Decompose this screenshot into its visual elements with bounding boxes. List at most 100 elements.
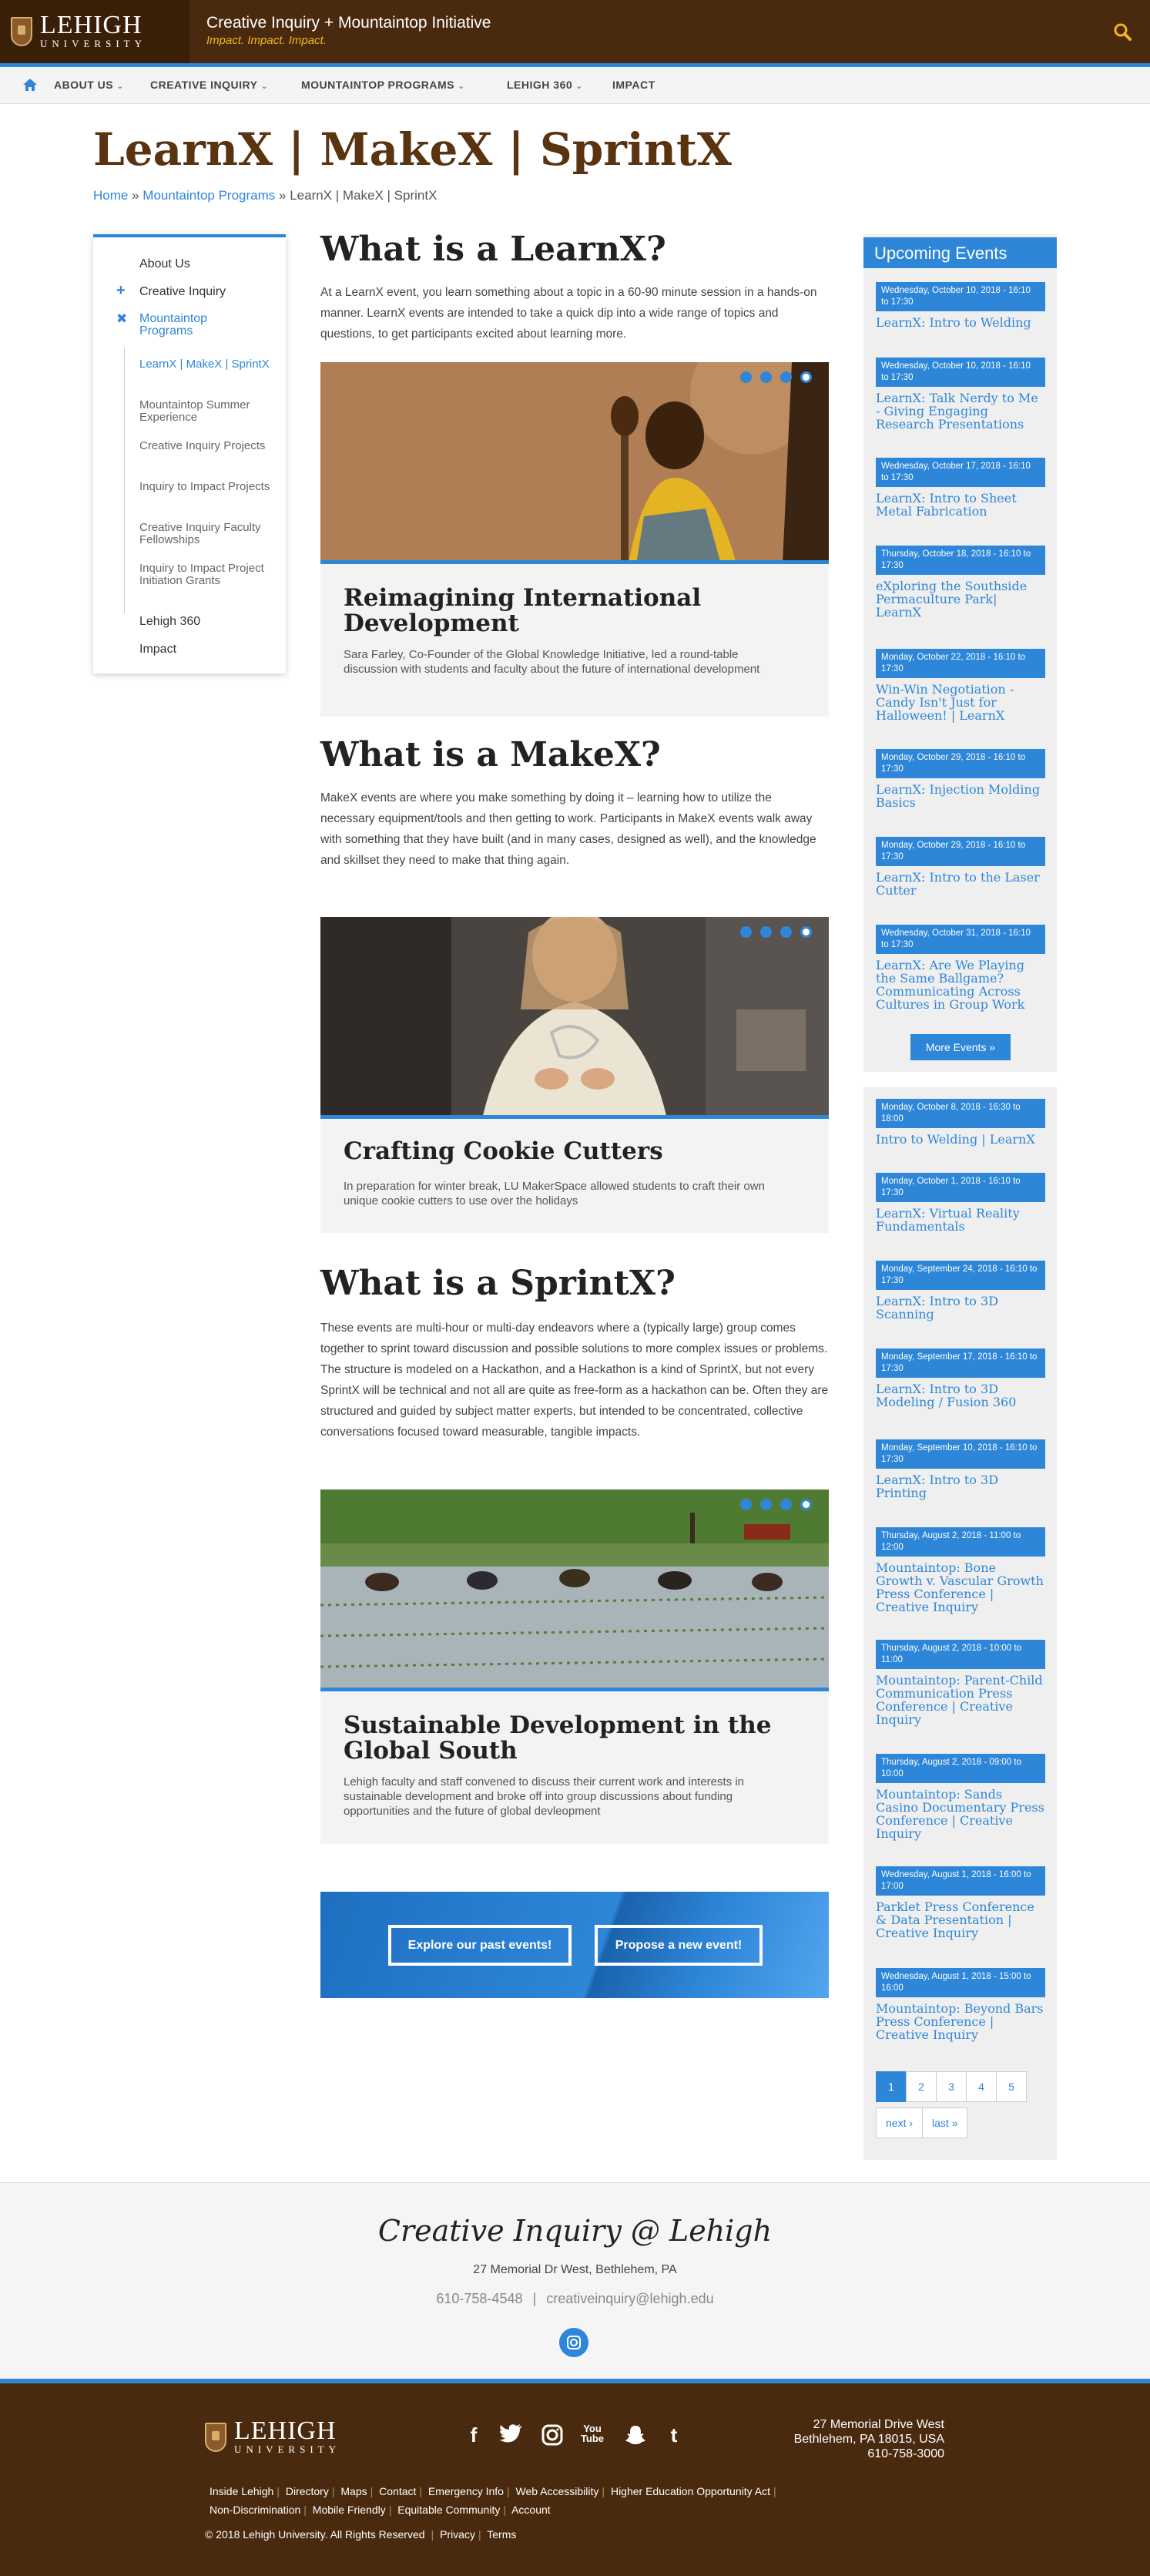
makex-card[interactable]: Crafting Cookie Cutters In preparation f…	[320, 917, 829, 1233]
footer-link[interactable]: Maps	[340, 2485, 367, 2497]
instagram-icon[interactable]	[559, 2328, 588, 2357]
event-item[interactable]: Wednesday, August 1, 2018 - 15:00 to 16:…	[876, 1968, 1045, 2041]
event-item[interactable]: Wednesday, August 1, 2018 - 16:00 to 17:…	[876, 1866, 1045, 1940]
chevron-down-icon: ⌄	[116, 82, 124, 91]
search-icon[interactable]	[1112, 22, 1132, 42]
footer-phone[interactable]: 610-758-4548	[436, 2291, 522, 2306]
footer-link[interactable]: Mobile Friendly	[313, 2504, 386, 2516]
last-page-link[interactable]: last »	[922, 2107, 968, 2138]
event-item[interactable]: Monday, October 1, 2018 - 16:10 to 17:30…	[876, 1173, 1045, 1233]
nav-about-us[interactable]: ABOUT US ⌄	[54, 79, 124, 91]
event-item[interactable]: Monday, October 22, 2018 - 16:10 to 17:3…	[876, 649, 1045, 722]
page-link[interactable]: 3	[936, 2071, 967, 2102]
page-link[interactable]: 1	[876, 2071, 907, 2102]
page-link[interactable]: 2	[906, 2071, 937, 2102]
event-item[interactable]: Monday, September 10, 2018 - 16:10 to 17…	[876, 1439, 1045, 1500]
makex-card-title: Crafting Cookie Cutters	[344, 1137, 663, 1165]
sidebar-subitem-inquiry-impact-projects[interactable]: Inquiry to Impact Projects	[139, 481, 286, 493]
footer-link[interactable]: Contact	[379, 2485, 416, 2497]
carousel-dot-active[interactable]	[800, 926, 812, 938]
site-title[interactable]: Creative Inquiry + Mountaintop Initiativ…	[206, 14, 491, 32]
footer-link[interactable]: Equitable Community	[397, 2504, 500, 2516]
event-item[interactable]: Thursday, August 2, 2018 - 09:00 to 10:0…	[876, 1754, 1045, 1840]
tumblr-icon[interactable]: t	[661, 2423, 687, 2450]
carousel-dot[interactable]	[740, 1499, 752, 1510]
event-item[interactable]: Wednesday, October 10, 2018 - 16:10 to 1…	[876, 358, 1045, 431]
breadcrumb-home[interactable]: Home	[93, 188, 128, 203]
explore-past-events-button[interactable]: Explore our past events!	[388, 1925, 572, 1966]
instagram-icon[interactable]	[539, 2423, 565, 2450]
event-item[interactable]: Thursday, August 2, 2018 - 11:00 to 12:0…	[876, 1527, 1045, 1614]
carousel-dot-active[interactable]	[800, 371, 812, 383]
carousel-dot[interactable]	[740, 371, 752, 383]
privacy-link[interactable]: Privacy	[440, 2528, 475, 2541]
footer-email[interactable]: creativeinquiry@lehigh.edu	[546, 2291, 713, 2306]
footer-link[interactable]: Directory	[286, 2485, 329, 2497]
carousel-dot[interactable]	[760, 926, 772, 938]
event-item[interactable]: Thursday, August 2, 2018 - 10:00 to 11:0…	[876, 1640, 1045, 1726]
terms-link[interactable]: Terms	[487, 2528, 516, 2541]
logo-main-text: LEHIGH	[40, 11, 142, 39]
sidebar-item-lehigh-360[interactable]: Lehigh 360	[139, 615, 200, 629]
carousel-dot-active[interactable]	[800, 1499, 812, 1510]
sidebar-subitem-learnx[interactable]: LearnX | MakeX | SprintX	[139, 358, 286, 371]
sidebar-item-mountaintop-programs[interactable]: Mountaintop Programs	[139, 313, 255, 338]
footer-link[interactable]: Account	[511, 2504, 551, 2516]
footer-link[interactable]: Web Accessibility	[516, 2485, 599, 2497]
copyright-text: © 2018 Lehigh University. All Rights Res…	[205, 2528, 425, 2541]
footer-link[interactable]: Inside Lehigh	[210, 2485, 273, 2497]
facebook-icon[interactable]: f	[461, 2423, 487, 2450]
propose-event-button[interactable]: Propose a new event!	[595, 1925, 763, 1966]
footer-link[interactable]: Emergency Info	[428, 2485, 504, 2497]
event-item[interactable]: Monday, September 17, 2018 - 16:10 to 17…	[876, 1348, 1045, 1409]
close-icon[interactable]: ✖	[116, 311, 127, 327]
sidebar-subitem-summer-experience[interactable]: Mountaintop Summer Experience	[139, 399, 286, 424]
home-icon[interactable]	[22, 76, 39, 93]
carousel-dot[interactable]	[740, 926, 752, 938]
more-events-button[interactable]: More Events »	[910, 1034, 1011, 1060]
page-link[interactable]: 4	[966, 2071, 997, 2102]
breadcrumb-current: LearnX | MakeX | SprintX	[290, 188, 438, 203]
sidebar-item-about-us[interactable]: About Us	[139, 257, 190, 271]
sprintx-card[interactable]: Sustainable Development in the Global So…	[320, 1490, 829, 1844]
nav-mountaintop-programs[interactable]: MOUNTAINTOP PROGRAMS ⌄	[301, 79, 465, 91]
carousel-dot[interactable]	[780, 1499, 792, 1510]
footer-link[interactable]: Non-Discrimination	[210, 2504, 300, 2516]
footer-link[interactable]: Higher Education Opportunity Act	[611, 2485, 770, 2497]
cookie-cutter-photo	[320, 917, 829, 1115]
carousel-dot[interactable]	[760, 1499, 772, 1510]
event-item[interactable]: Monday, October 29, 2018 - 16:10 to 17:3…	[876, 837, 1045, 897]
sidebar-subitem-initiation-grants[interactable]: Inquiry to Impact Project Initiation Gra…	[139, 563, 286, 587]
youtube-icon[interactable]: You Tube	[579, 2423, 605, 2450]
sidebar-subitem-ci-projects[interactable]: Creative Inquiry Projects	[139, 440, 286, 452]
carousel-dot[interactable]	[780, 926, 792, 938]
event-item[interactable]: Monday, September 24, 2018 - 16:10 to 17…	[876, 1261, 1045, 1321]
event-item[interactable]: Wednesday, October 10, 2018 - 16:10 to 1…	[876, 282, 1045, 329]
nav-lehigh-360[interactable]: LEHIGH 360 ⌄	[507, 79, 583, 91]
plus-icon[interactable]: +	[116, 282, 126, 300]
breadcrumb-programs[interactable]: Mountaintop Programs	[142, 188, 275, 203]
lehigh-logo[interactable]: LEHIGH UNIVERSITY	[0, 0, 189, 63]
snapchat-icon[interactable]	[622, 2423, 649, 2450]
event-item[interactable]: Thursday, October 18, 2018 - 16:10 to 17…	[876, 546, 1045, 619]
event-item[interactable]: Wednesday, October 17, 2018 - 16:10 to 1…	[876, 458, 1045, 518]
event-item[interactable]: Monday, October 29, 2018 - 16:10 to 17:3…	[876, 749, 1045, 809]
nav-creative-inquiry[interactable]: CREATIVE INQUIRY ⌄	[150, 79, 268, 91]
next-page-link[interactable]: next ›	[876, 2107, 924, 2138]
sprintx-card-description: Lehigh faculty and staff convened to dis…	[344, 1775, 745, 1818]
learnx-card[interactable]: Reimagining International Development Sa…	[320, 362, 829, 717]
carousel-dot[interactable]	[780, 371, 792, 383]
twitter-icon[interactable]	[498, 2423, 524, 2450]
sidebar-item-creative-inquiry[interactable]: Creative Inquiry	[139, 285, 226, 299]
makex-card-image	[320, 917, 829, 1119]
sidebar-divider	[124, 348, 125, 613]
sidebar-item-impact[interactable]: Impact	[139, 643, 176, 657]
site-subtitle: Impact. Impact. Impact.	[206, 34, 327, 47]
page-link[interactable]: 5	[996, 2071, 1027, 2102]
nav-impact[interactable]: IMPACT	[612, 79, 655, 91]
event-item[interactable]: Wednesday, October 31, 2018 - 16:10 to 1…	[876, 925, 1045, 1011]
sidebar-subitem-faculty-fellowships[interactable]: Creative Inquiry Faculty Fellowships	[139, 522, 286, 546]
carousel-dot[interactable]	[760, 371, 772, 383]
event-item[interactable]: Monday, October 8, 2018 - 16:30 to 18:00…	[876, 1099, 1045, 1146]
footer-lehigh-logo[interactable]: LEHIGH UNIVERSITY	[205, 2418, 340, 2456]
